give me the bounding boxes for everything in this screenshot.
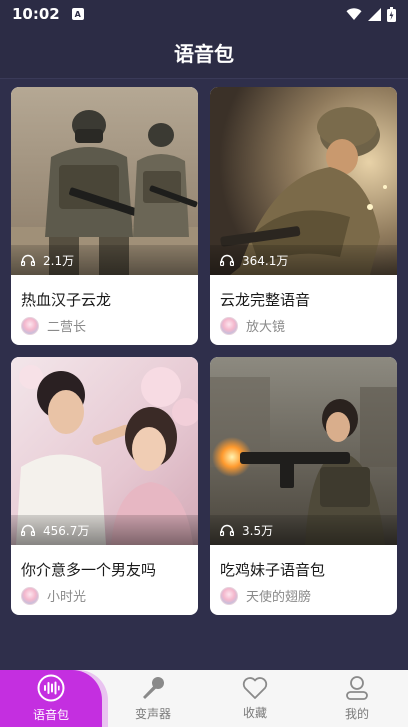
- headphones-icon: [21, 524, 35, 536]
- voice-pack-card[interactable]: 3.5万 吃鸡妹子语音包 天使的翅膀: [210, 357, 397, 615]
- status-indicators: [346, 6, 396, 22]
- page-title: 语音包: [174, 42, 234, 66]
- voice-wave-icon: [37, 674, 65, 702]
- tab-label: 我的: [344, 707, 369, 721]
- card-cover-image: 3.5万: [210, 357, 397, 545]
- play-count-bar: 3.5万: [210, 515, 397, 545]
- tab-label: 变声器: [134, 707, 171, 721]
- play-count-bar: 364.1万: [210, 245, 397, 275]
- bottom-tab-bar: 语音包 变声器 收藏 我的: [0, 670, 408, 727]
- headphones-icon: [220, 254, 234, 266]
- play-count: 456.7万: [43, 523, 90, 538]
- avatar: [220, 586, 238, 605]
- author-name: 天使的翅膀: [246, 590, 312, 605]
- card-title: 热血汉子云龙: [21, 291, 112, 309]
- headphones-icon: [220, 524, 234, 536]
- author-name: 小时光: [47, 590, 87, 605]
- voice-pack-card[interactable]: 2.1万 热血汉子云龙 二营长: [11, 87, 198, 345]
- status-bar: 10:02 A: [0, 0, 408, 28]
- tab-voice-changer[interactable]: 变声器: [102, 670, 204, 727]
- card-cover-image: 2.1万: [11, 87, 198, 275]
- avatar: [21, 316, 39, 335]
- play-count-bar: 456.7万: [11, 515, 198, 545]
- battery-icon: [387, 6, 396, 22]
- voice-pack-card[interactable]: 364.1万 云龙完整语音 放大镜: [210, 87, 397, 345]
- play-count: 2.1万: [43, 253, 75, 268]
- microphone-icon: [143, 677, 164, 699]
- author-name: 二营长: [47, 320, 87, 335]
- play-count: 3.5万: [242, 523, 274, 538]
- card-cover-image: 456.7万: [11, 357, 198, 545]
- person-icon: [346, 676, 368, 700]
- headphones-icon: [21, 254, 35, 266]
- tab-profile[interactable]: 我的: [306, 670, 408, 727]
- wifi-icon: [346, 7, 362, 20]
- heart-icon: [242, 677, 268, 699]
- status-time: 10:02: [12, 5, 60, 23]
- avatar: [220, 316, 238, 335]
- card-title: 云龙完整语音: [220, 291, 311, 309]
- avatar: [21, 586, 39, 605]
- notification-icon: A: [71, 8, 84, 20]
- tab-favorites[interactable]: 收藏: [204, 670, 306, 727]
- card-author: 天使的翅膀: [210, 586, 397, 615]
- tab-label: 收藏: [242, 706, 267, 720]
- voice-pack-card[interactable]: 456.7万 你介意多一个男友吗 小时光: [11, 357, 198, 615]
- card-author: 二营长: [11, 316, 198, 345]
- play-count: 364.1万: [242, 253, 289, 268]
- card-author: 放大镜: [210, 316, 397, 345]
- card-title: 吃鸡妹子语音包: [220, 561, 326, 579]
- tab-voice-pack[interactable]: 语音包: [0, 670, 102, 727]
- card-title: 你介意多一个男友吗: [21, 561, 157, 579]
- signal-icon: [368, 7, 381, 21]
- voice-pack-grid: 2.1万 热血汉子云龙 二营长 364.1万 云龙完整语音 放大镜 456.7万…: [0, 78, 408, 670]
- play-count-bar: 2.1万: [11, 245, 198, 275]
- card-author: 小时光: [11, 586, 198, 615]
- card-cover-image: 364.1万: [210, 87, 397, 275]
- author-name: 放大镜: [246, 320, 286, 335]
- tab-label: 语音包: [32, 708, 69, 722]
